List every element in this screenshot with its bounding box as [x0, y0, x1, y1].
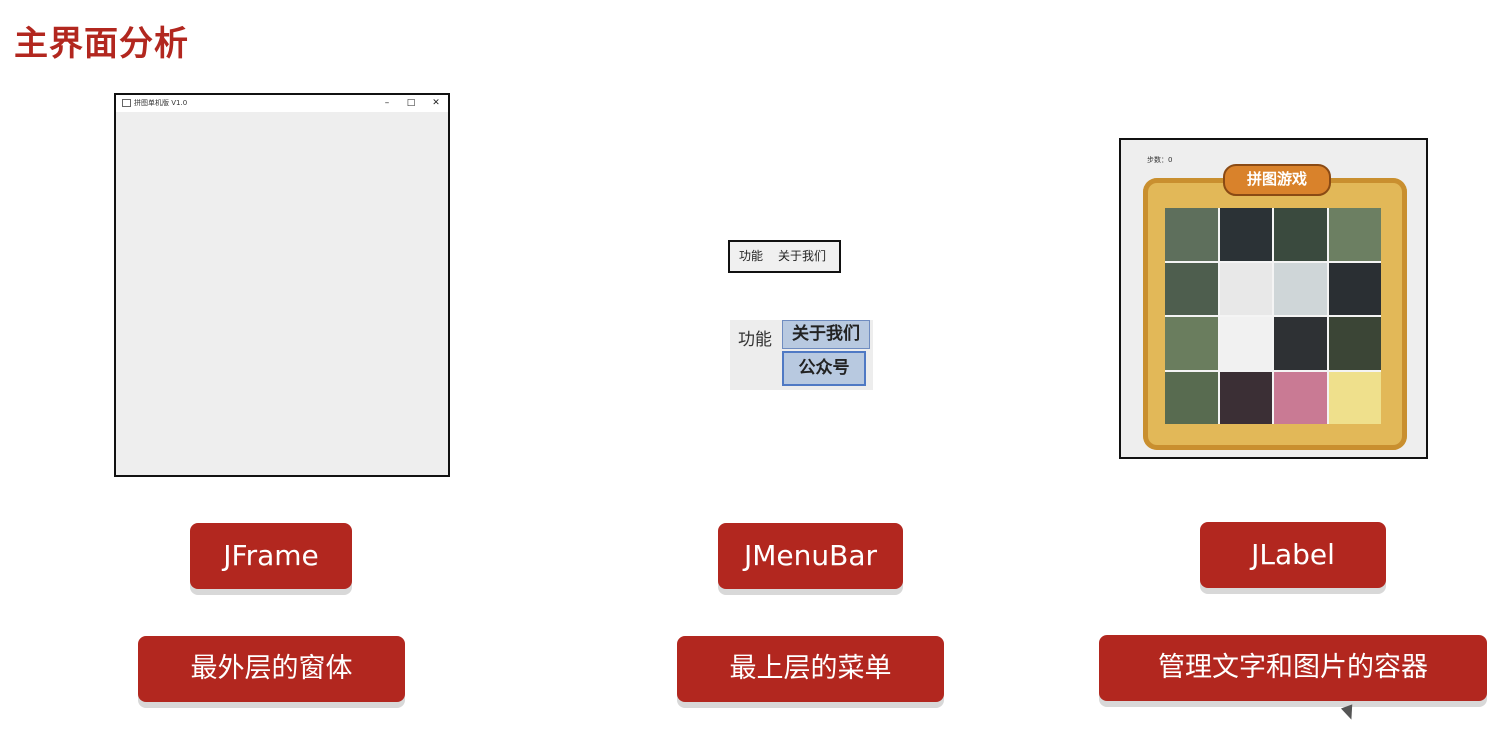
puzzle-board: 拼图游戏 — [1143, 164, 1407, 450]
puzzle-tile[interactable] — [1219, 208, 1272, 261]
puzzle-tile[interactable] — [1274, 262, 1327, 315]
puzzle-tile[interactable] — [1328, 317, 1381, 370]
puzzle-tile[interactable] — [1219, 317, 1272, 370]
window-title: 拼图单机版 V1.0 — [134, 99, 188, 107]
jmenubar-description: 最上层的菜单 — [677, 636, 944, 702]
puzzle-grid — [1165, 208, 1381, 424]
puzzle-tile[interactable] — [1328, 262, 1381, 315]
window-titlebar: 拼图单机版 V1.0 – □ ✕ — [116, 95, 448, 112]
steps-counter: 步数：0 — [1147, 156, 1173, 164]
close-icon[interactable]: ✕ — [429, 95, 443, 112]
puzzle-tile[interactable] — [1274, 317, 1327, 370]
jframe-window-mockup: 拼图单机版 V1.0 – □ ✕ — [114, 93, 450, 477]
menu-item-function[interactable]: 功能 — [738, 325, 772, 350]
menubar-mockup-small: 功能 关于我们 — [728, 240, 841, 273]
app-icon — [122, 99, 131, 107]
puzzle-empty-tile[interactable] — [1328, 371, 1381, 424]
puzzle-banner: 拼图游戏 — [1223, 164, 1331, 196]
jlabel-label: JLabel — [1200, 522, 1386, 588]
puzzle-tile[interactable] — [1165, 262, 1218, 315]
menu-item-about[interactable]: 关于我们 — [782, 320, 870, 349]
jmenubar-label: JMenuBar — [718, 523, 903, 589]
page-title: 主界面分析 — [14, 24, 189, 64]
puzzle-tile[interactable] — [1165, 317, 1218, 370]
puzzle-tile[interactable] — [1219, 262, 1272, 315]
puzzle-tile[interactable] — [1165, 371, 1218, 424]
menubar-row: 功能 关于我们 — [730, 320, 873, 351]
jlabel-puzzle-mockup: 步数：0 拼图游戏 — [1119, 138, 1428, 459]
jlabel-description: 管理文字和图片的容器 — [1099, 635, 1487, 701]
puzzle-tile[interactable] — [1219, 371, 1272, 424]
puzzle-tile[interactable] — [1328, 208, 1381, 261]
puzzle-tile[interactable] — [1274, 371, 1327, 424]
jframe-description: 最外层的窗体 — [138, 636, 405, 702]
menu-item-about[interactable]: 关于我们 — [778, 242, 826, 271]
puzzle-tile[interactable] — [1274, 208, 1327, 261]
menu-popup-item-official-account[interactable]: 公众号 — [782, 351, 866, 386]
maximize-icon[interactable]: □ — [404, 95, 418, 112]
menu-item-function[interactable]: 功能 — [739, 242, 763, 271]
mouse-cursor-icon — [1340, 704, 1358, 722]
jframe-label: JFrame — [190, 523, 352, 589]
menubar-mockup-expanded: 功能 关于我们 公众号 — [730, 320, 873, 390]
minimize-icon[interactable]: – — [380, 95, 394, 112]
puzzle-tile[interactable] — [1165, 208, 1218, 261]
